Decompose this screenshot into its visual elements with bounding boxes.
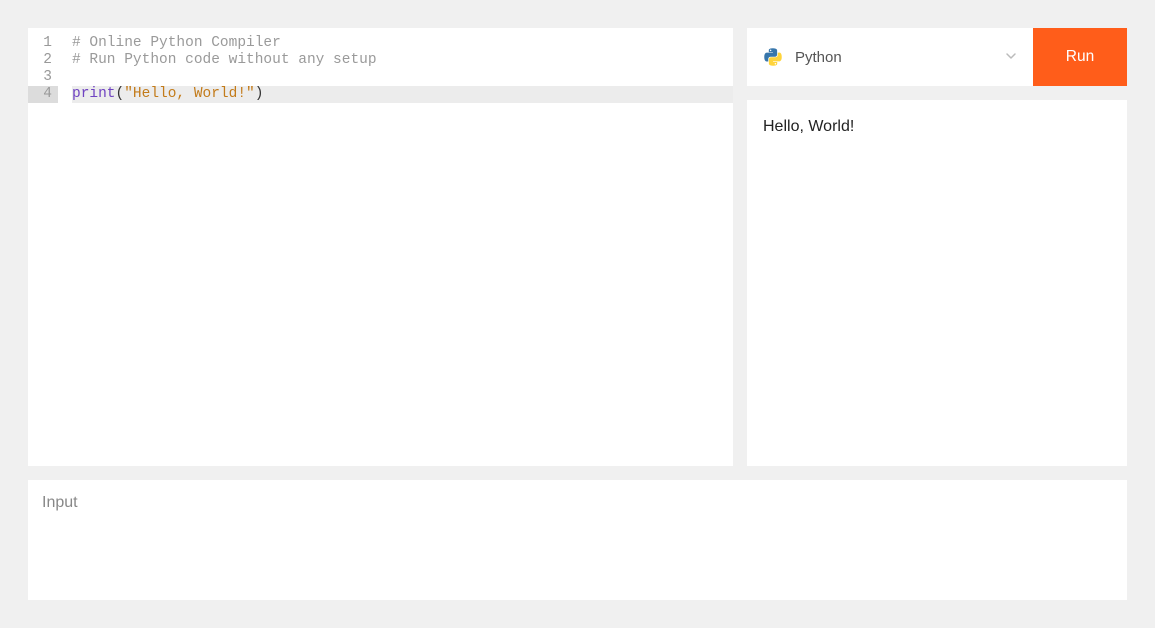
line-gutter: 1 2 3 4 xyxy=(28,28,66,466)
language-label: Python xyxy=(795,49,1005,66)
python-icon xyxy=(763,47,783,67)
code-line: # Online Python Compiler xyxy=(72,35,733,52)
run-toolbar: Python Run xyxy=(747,28,1127,86)
code-line: print("Hello, World!") xyxy=(72,86,733,103)
language-select[interactable]: Python xyxy=(747,28,1033,86)
output-text: Hello, World! xyxy=(763,118,1111,136)
output-panel: Hello, World! xyxy=(747,100,1127,466)
line-number: 4 xyxy=(28,86,58,103)
code-line xyxy=(72,69,733,86)
line-number: 1 xyxy=(28,35,58,52)
run-button[interactable]: Run xyxy=(1033,28,1127,86)
code-line: # Run Python code without any setup xyxy=(72,52,733,69)
line-number: 2 xyxy=(28,52,58,69)
input-label: Input xyxy=(42,494,1113,512)
code-editor[interactable]: 1 2 3 4 # Online Python Compiler # Run P… xyxy=(28,28,733,466)
line-number: 3 xyxy=(28,69,58,86)
input-panel[interactable]: Input xyxy=(28,480,1127,600)
chevron-down-icon xyxy=(1005,50,1017,65)
code-area[interactable]: # Online Python Compiler # Run Python co… xyxy=(66,28,733,466)
